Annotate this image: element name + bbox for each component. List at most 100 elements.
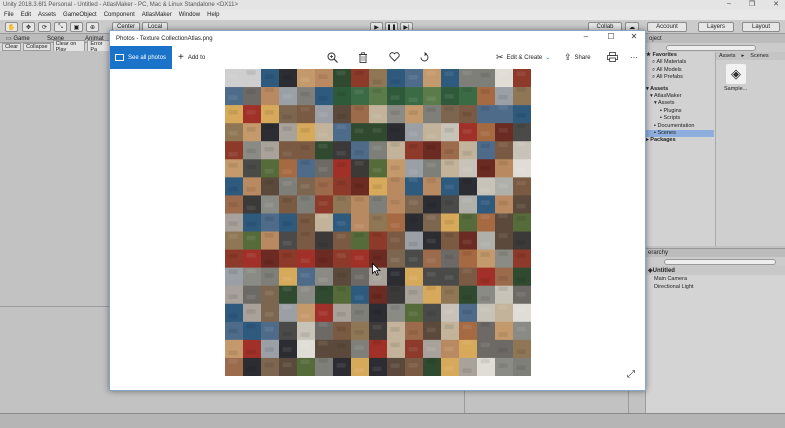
hierarchy-scene[interactable]: ◈ Untitled bbox=[646, 266, 785, 275]
atlas-tile bbox=[387, 69, 406, 88]
unity-scene-icon[interactable]: ◈ bbox=[726, 64, 746, 84]
add-to-button[interactable]: + Add to bbox=[178, 46, 205, 69]
atlas-tile-texture bbox=[354, 106, 364, 111]
minimize-icon[interactable]: – bbox=[580, 32, 592, 41]
tree-favorites[interactable]: ★ Favorites bbox=[646, 52, 714, 59]
layout-button[interactable]: Layout bbox=[742, 22, 780, 32]
atlas-tile-texture bbox=[282, 253, 292, 258]
rotate-icon[interactable] bbox=[417, 50, 431, 64]
console-clear-button[interactable]: Clear bbox=[2, 43, 22, 51]
atlas-tile-texture bbox=[354, 345, 364, 350]
atlas-tile bbox=[459, 285, 478, 305]
atlas-tile-texture bbox=[354, 368, 364, 373]
atlas-tile-texture bbox=[426, 238, 436, 244]
tree-item[interactable]: ▪ Scripts bbox=[646, 115, 714, 122]
asset-label[interactable]: Sample... bbox=[724, 86, 747, 92]
atlas-tile-texture bbox=[462, 129, 472, 134]
edit-create-button[interactable]: ✂ Edit & Create ⌄ bbox=[496, 46, 550, 69]
tree-item[interactable]: ⌕ All Materials bbox=[646, 59, 714, 66]
hierarchy-search-input[interactable] bbox=[664, 258, 776, 265]
atlas-tile-texture bbox=[516, 71, 526, 77]
atlas-tile-texture bbox=[390, 110, 400, 115]
menu-atlasmaker[interactable]: AtlasMaker bbox=[142, 12, 172, 18]
minimize-icon[interactable]: – bbox=[727, 0, 731, 8]
atlas-tile-texture bbox=[336, 221, 346, 226]
atlas-tile-texture bbox=[282, 240, 292, 246]
atlas-tile-texture bbox=[228, 253, 238, 259]
hierarchy-item[interactable]: Main Camera bbox=[646, 275, 785, 283]
menu-component[interactable]: Component bbox=[104, 12, 135, 18]
layers-button[interactable]: Layers bbox=[698, 22, 734, 32]
tree-assets[interactable]: ▾ Assets bbox=[646, 86, 714, 93]
tree-item[interactable]: ▪ Plugins bbox=[646, 108, 714, 115]
atlas-tile-texture bbox=[390, 199, 400, 205]
delete-icon[interactable] bbox=[356, 50, 370, 64]
atlas-tile-texture bbox=[282, 362, 292, 368]
close-icon[interactable]: ✕ bbox=[773, 0, 779, 8]
tree-item[interactable]: ⌕ All Models bbox=[646, 67, 714, 74]
maximize-icon[interactable]: ❐ bbox=[749, 0, 755, 8]
panel-divider bbox=[464, 390, 465, 413]
atlas-tile-texture bbox=[336, 162, 346, 167]
menu-window[interactable]: Window bbox=[179, 12, 200, 18]
atlas-tile bbox=[315, 267, 334, 287]
menu-edit[interactable]: Edit bbox=[21, 12, 31, 18]
atlas-tile-texture bbox=[390, 342, 400, 348]
atlas-tile-texture bbox=[336, 114, 346, 119]
close-icon[interactable]: ✕ bbox=[628, 32, 640, 41]
tree-item[interactable]: ▾ Assets bbox=[646, 100, 714, 107]
atlas-tile-texture bbox=[516, 123, 526, 129]
tree-packages[interactable]: ▸ Packages bbox=[646, 137, 714, 144]
atlas-tile-texture bbox=[390, 223, 400, 228]
tree-item[interactable]: ▪ Documentation bbox=[646, 123, 714, 130]
atlas-tile bbox=[225, 303, 244, 323]
rect-tool-icon[interactable]: ▣ bbox=[70, 22, 83, 32]
heart-icon[interactable] bbox=[387, 50, 401, 64]
hierarchy-tab[interactable]: erarchy bbox=[646, 249, 785, 257]
menu-file[interactable]: File bbox=[4, 12, 14, 18]
tree-packages-label: Packages bbox=[650, 137, 676, 144]
atlas-tile-texture bbox=[444, 289, 454, 295]
tree-item-selected[interactable]: ▪ Scenes bbox=[646, 129, 714, 138]
print-icon[interactable] bbox=[605, 50, 619, 64]
tab-game[interactable]: ▭ Game bbox=[3, 34, 33, 43]
atlas-tile-texture bbox=[246, 70, 256, 75]
atlas-tile-texture bbox=[282, 276, 292, 282]
console-collapse-button[interactable]: Collapse bbox=[23, 43, 51, 51]
menu-help[interactable]: Help bbox=[207, 12, 219, 18]
atlas-tile bbox=[243, 249, 262, 268]
see-all-photos-button[interactable]: See all photos bbox=[110, 46, 172, 69]
transform-tool-icon[interactable]: ⊕ bbox=[86, 22, 99, 32]
move-tool-icon[interactable]: ✥ bbox=[22, 22, 35, 32]
tree-item[interactable]: ▾ AtlasMaker bbox=[646, 93, 714, 100]
atlas-tile bbox=[405, 87, 424, 106]
menu-gameobject[interactable]: GameObject bbox=[63, 12, 97, 18]
atlas-tile bbox=[225, 249, 244, 268]
rotate-tool-icon[interactable]: ⟳ bbox=[38, 22, 51, 32]
atlas-tile-texture bbox=[264, 232, 274, 238]
atlas-tile-texture bbox=[390, 363, 400, 368]
more-options-button[interactable]: ··· bbox=[630, 46, 638, 69]
breadcrumb-assets[interactable]: Assets bbox=[719, 53, 736, 59]
atlas-tile bbox=[441, 285, 460, 305]
atlas-tile-texture bbox=[408, 311, 418, 316]
account-button[interactable]: Account bbox=[647, 22, 687, 32]
atlas-tile-texture bbox=[354, 310, 364, 315]
menu-assets[interactable]: Assets bbox=[38, 12, 56, 18]
project-search-input[interactable] bbox=[666, 44, 756, 51]
scale-tool-icon[interactable]: ⤡ bbox=[54, 22, 67, 32]
atlas-tile-texture bbox=[498, 95, 508, 100]
atlas-tile-texture bbox=[246, 252, 256, 258]
maximize-icon[interactable]: ☐ bbox=[605, 32, 617, 41]
hand-tool-icon[interactable]: ✋ bbox=[5, 22, 18, 32]
share-button[interactable]: ⇪ Share bbox=[564, 46, 591, 69]
hierarchy-item[interactable]: Directional Light bbox=[646, 283, 785, 291]
photo-viewer[interactable] bbox=[225, 69, 531, 376]
breadcrumb-scenes[interactable]: Scenes bbox=[750, 53, 768, 59]
atlas-tile-texture bbox=[264, 146, 274, 152]
expand-icon[interactable]: ⤢ bbox=[627, 369, 635, 380]
tree-item[interactable]: ⌕ All Prefabs bbox=[646, 74, 714, 81]
project-tab[interactable]: oject bbox=[646, 34, 785, 43]
zoom-in-icon[interactable] bbox=[325, 50, 339, 64]
atlas-tile-texture bbox=[480, 342, 490, 348]
